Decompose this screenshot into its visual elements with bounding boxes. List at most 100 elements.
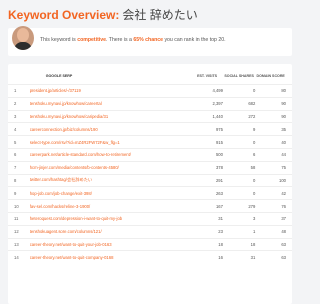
serp-url-link[interactable]: careerpark.net/article-standard.com/how-… <box>29 147 192 162</box>
table-row: 4 careerconnection.jp/biz/columns/190 975 9… <box>8 122 292 136</box>
shares-cell: 682 <box>222 96 256 111</box>
visits-cell: 975 <box>191 122 223 136</box>
rank-cell: 8 <box>8 173 30 187</box>
serp-table: GOOGLE SERP EST. VISITS SOCIAL SHARES DO… <box>8 68 292 264</box>
rank-cell: 10 <box>8 199 30 213</box>
serp-url-link[interactable]: tenshokuagent.sore.com/columns/121/ <box>29 224 192 239</box>
rank-cell: 13 <box>8 237 30 251</box>
rank-cell: 1 <box>8 84 30 98</box>
domain-score-cell: 90 <box>255 109 292 123</box>
avatar-shirt <box>14 42 32 50</box>
serp-url-link[interactable]: career-theory.net/want-to-quit-company-0… <box>29 250 192 264</box>
shares-cell: 6 <box>222 147 256 162</box>
table-row: 10 fav-sel.com/hacks/reline-3-1900/167 279… <box>8 199 292 213</box>
serp-url-link[interactable]: twitter.com/hashtag/会社辞めたい <box>29 173 192 187</box>
shares-cell: 31 <box>222 250 256 264</box>
visits-cell: 263 <box>191 186 223 200</box>
serp-url-link[interactable]: select-type.com/rsv/?id=mZ4R2FW72F&w_flg… <box>29 135 192 149</box>
rank-cell: 3 <box>8 109 30 123</box>
serp-url-link[interactable]: tenshoku.mynavi.jp/knowhow/careertal <box>29 96 192 111</box>
serp-url-link[interactable]: hcm-jinjer.com/media/contents/b-contents… <box>29 160 192 175</box>
serp-url-link[interactable]: career-theory.net/want-to-quit-your-job-… <box>29 237 192 251</box>
serp-url-link[interactable]: fav-sel.com/hacks/reline-3-1900/ <box>29 199 192 213</box>
serp-url-link[interactable]: heteroquest.com/depression-i-want-to-qui… <box>29 211 192 226</box>
shares-cell: 0 <box>222 186 256 200</box>
serp-card: GOOGLE SERP EST. VISITS SOCIAL SHARES DO… <box>8 64 292 304</box>
page-title: Keyword Overview: 会社 辞めたい <box>8 6 198 23</box>
shares-cell: 0 <box>222 173 256 187</box>
col-score-header: DOMAIN SCORE <box>256 73 285 78</box>
shares-cell: 3 <box>222 211 256 226</box>
rank-cell: 14 <box>8 250 30 264</box>
visits-cell: 23 <box>191 224 223 239</box>
rank-cell: 11 <box>8 211 30 226</box>
visits-cell: 18 <box>191 237 223 251</box>
visits-cell: 31 <box>191 211 223 226</box>
difficulty-banner: This keyword is competitive. There is a … <box>8 26 292 56</box>
shares-cell: 0 <box>222 84 256 98</box>
domain-score-cell: 37 <box>255 211 292 226</box>
domain-score-cell: 48 <box>255 224 292 239</box>
table-row: 14 career-theory.net/want-to-quit-company… <box>8 250 292 264</box>
serp-url-link[interactable]: president.jp/articles/-/37119 <box>29 84 192 98</box>
shares-cell: 9 <box>222 122 256 136</box>
domain-score-cell: 75 <box>255 160 292 175</box>
domain-score-cell: 44 <box>255 147 292 162</box>
table-row: 11 heteroquest.com/depression-i-want-to-q… <box>8 211 292 226</box>
col-shares-header: SOCIAL SHARES <box>224 73 254 78</box>
visits-cell: 500 <box>191 147 223 162</box>
avatar-head <box>17 28 29 42</box>
visits-cell: 16 <box>191 250 223 264</box>
domain-score-cell: 63 <box>255 250 292 264</box>
domain-score-cell: 80 <box>255 84 292 98</box>
domain-score-cell: 90 <box>255 96 292 111</box>
shares-cell: 0 <box>222 135 256 149</box>
serp-url-link[interactable]: hop-job.com/job-change/exit-398/ <box>29 186 192 200</box>
difficulty-message: This keyword is competitive. There is a … <box>40 37 226 43</box>
serp-url-link[interactable]: tenshoku.mynavi.jp/knowhow/caripedia/31 <box>29 109 192 123</box>
shares-cell: 58 <box>222 160 256 175</box>
shares-cell: 272 <box>222 109 256 123</box>
avatar <box>12 26 34 50</box>
serp-url-link[interactable]: careerconnection.jp/biz/columns/190 <box>29 122 192 136</box>
rank-cell: 4 <box>8 122 30 136</box>
rank-cell: 7 <box>8 160 30 175</box>
rank-cell: 5 <box>8 135 30 149</box>
table-row: 8 twitter.com/hashtag/会社辞めたい 291 0 100 <box>8 173 292 187</box>
visits-cell: 2,397 <box>191 96 223 111</box>
table-row: 5 select-type.com/rsv/?id=mZ4R2FW72F&w_fl… <box>8 135 292 149</box>
serp-table-body: 1 president.jp/articles/-/37119 4,499 0 80 2 t… <box>8 84 292 264</box>
difficulty-prefix: This keyword is <box>40 37 78 43</box>
page-title-label: Keyword Overview: <box>8 8 120 22</box>
shares-cell: 279 <box>222 199 256 213</box>
domain-score-cell: 40 <box>255 135 292 149</box>
visits-cell: 291 <box>191 173 223 187</box>
rank-cell: 9 <box>8 186 30 200</box>
col-rank-header <box>8 68 30 85</box>
table-row: 7 hcm-jinjer.com/media/contents/b-content… <box>8 160 292 175</box>
rank-cell: 12 <box>8 224 30 239</box>
visits-cell: 1,440 <box>191 109 223 123</box>
table-row: 13 career-theory.net/want-to-quit-your-jo… <box>8 237 292 251</box>
rank-cell: 6 <box>8 147 30 162</box>
table-row: 1 president.jp/articles/-/37119 4,499 0 80 <box>8 84 292 98</box>
table-row: 12 tenshokuagent.sore.com/columns/121/23 1… <box>8 224 292 239</box>
rank-cell: 2 <box>8 96 30 111</box>
visits-cell: 378 <box>191 160 223 175</box>
difficulty-suffix: you can rank in the top 20. <box>163 37 226 43</box>
col-visits-header: EST. VISITS <box>197 73 218 78</box>
difficulty-middle: . There is a <box>106 37 134 43</box>
difficulty-level: competitive <box>77 37 107 43</box>
table-row: 6 careerpark.net/article-standard.com/how… <box>8 147 292 162</box>
shares-cell: 18 <box>222 237 256 251</box>
domain-score-cell: 76 <box>255 199 292 213</box>
serp-header-row: GOOGLE SERP EST. VISITS SOCIAL SHARES DO… <box>8 68 292 85</box>
visits-cell: 915 <box>191 135 223 149</box>
table-row: 2 tenshoku.mynavi.jp/knowhow/careertal 2,3… <box>8 96 292 111</box>
domain-score-cell: 35 <box>255 122 292 136</box>
keyword-overview-page: Keyword Overview: 会社 辞めたい This keyword is… <box>0 0 300 304</box>
domain-score-cell: 42 <box>255 186 292 200</box>
visits-cell: 4,499 <box>191 84 223 98</box>
domain-score-cell: 63 <box>255 237 292 251</box>
page-title-keyword: 会社 辞めたい <box>122 8 198 22</box>
